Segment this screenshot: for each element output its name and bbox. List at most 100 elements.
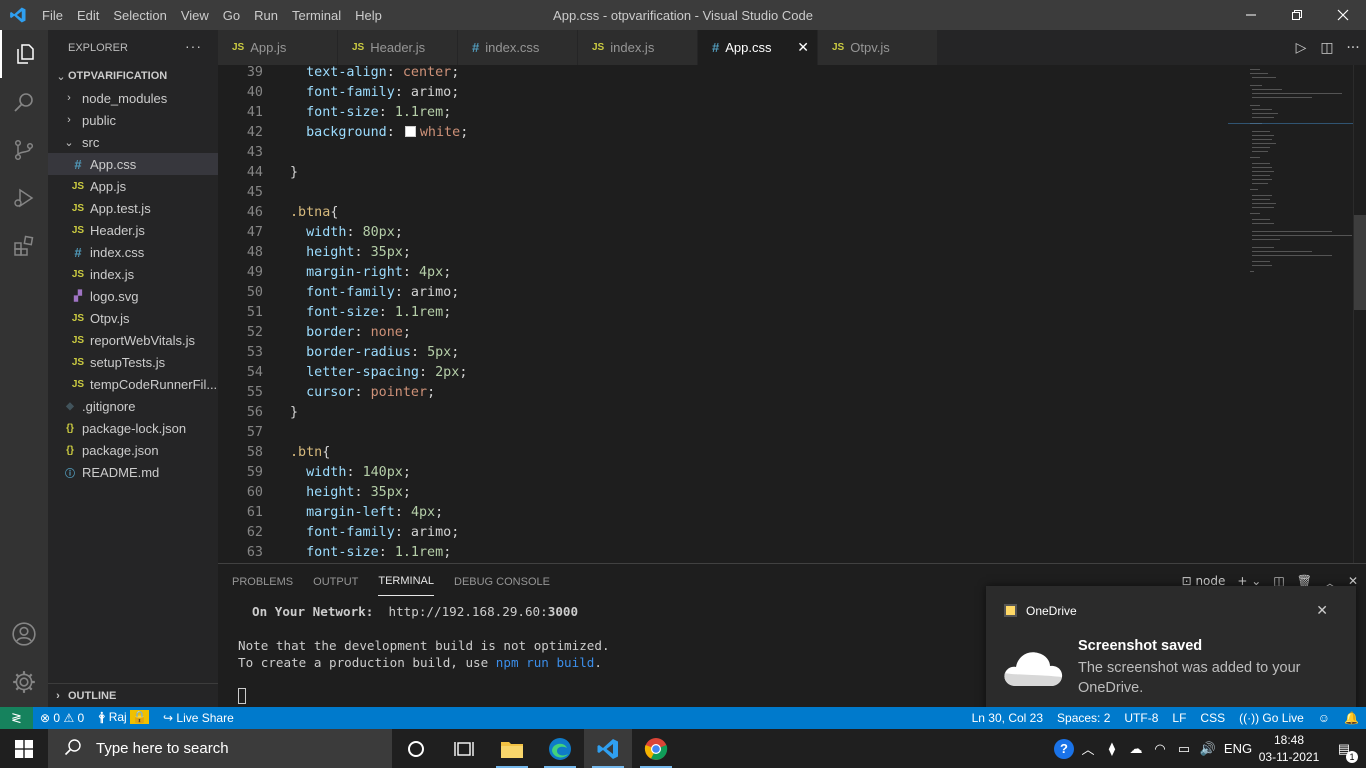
language-indicator[interactable]: ENG [1220, 741, 1256, 756]
file-item[interactable]: # App.css [48, 153, 218, 175]
code-token: { [322, 445, 331, 460]
file-item[interactable]: ⓘ README.md [48, 461, 218, 483]
editor-tab[interactable]: # index.css [458, 30, 578, 65]
file-item[interactable]: # index.css [48, 241, 218, 263]
code-token: .btn [290, 445, 323, 460]
menu-terminal[interactable]: Terminal [285, 8, 348, 23]
run-icon[interactable]: ▷ [1288, 40, 1314, 56]
editor-tab[interactable]: JS App.js [218, 30, 338, 65]
editor-scrollbar[interactable] [1353, 65, 1366, 563]
dropbox-icon[interactable]: ⧫ [1100, 741, 1124, 757]
file-item[interactable]: ◆ .gitignore [48, 395, 218, 417]
cortana-icon[interactable] [392, 729, 440, 768]
outline-section[interactable]: › OUTLINE [48, 683, 218, 707]
encoding[interactable]: UTF-8 [1117, 711, 1165, 725]
file-item[interactable]: JS App.test.js [48, 197, 218, 219]
color-swatch-icon[interactable] [404, 126, 416, 137]
problems-indicator[interactable]: ⊗ 0 ⚠ 0 [33, 711, 91, 725]
tab-output[interactable]: OUTPUT [313, 568, 358, 596]
clock[interactable]: 18:48 03-11-2021 [1256, 732, 1322, 766]
scrollbar-thumb[interactable] [1354, 215, 1366, 310]
file-item[interactable]: JS reportWebVitals.js [48, 329, 218, 351]
run-debug-icon[interactable] [0, 174, 48, 222]
explorer-icon[interactable] [0, 30, 48, 78]
edge-browser-icon[interactable] [536, 729, 584, 768]
feedback-icon[interactable]: ☺ [1311, 711, 1337, 725]
go-live-button[interactable]: ((·)) Go Live [1232, 711, 1311, 725]
file-item[interactable]: JS Otpv.js [48, 307, 218, 329]
code-token: ; [427, 385, 436, 400]
taskbar-search-box[interactable]: Type here to search [48, 729, 392, 768]
action-center-icon[interactable]: ▤ 1 [1322, 741, 1366, 763]
remote-indicator[interactable]: ≷ [0, 707, 33, 729]
file-item[interactable]: JS tempCodeRunnerFil... [48, 373, 218, 395]
task-view-icon[interactable] [440, 729, 488, 768]
file-item[interactable]: JS index.js [48, 263, 218, 285]
file-item[interactable]: {} package-lock.json [48, 417, 218, 439]
wifi-icon[interactable]: ◠ [1148, 741, 1172, 757]
volume-icon[interactable]: 🔊 [1196, 741, 1220, 757]
restore-button[interactable] [1274, 0, 1320, 30]
minimap[interactable] [1228, 65, 1353, 563]
menu-view[interactable]: View [174, 8, 216, 23]
chrome-browser-icon[interactable] [632, 729, 680, 768]
more-actions-icon[interactable]: ··· [1340, 40, 1366, 56]
cursor-position[interactable]: Ln 30, Col 23 [965, 711, 1050, 725]
extensions-icon[interactable] [0, 222, 48, 270]
code-line: 53 border-radius: 5px; [218, 343, 1228, 363]
battery-icon[interactable]: ▭ [1172, 741, 1196, 757]
js-file-icon: JS [352, 42, 365, 53]
code-editor[interactable]: 39 text-align: center; 40 font-family: ar… [218, 65, 1366, 563]
editor-tab[interactable]: JS index.js [578, 30, 698, 65]
user-indicator[interactable]: 🛉 Raj 🔒 [91, 708, 156, 729]
tab-problems[interactable]: PROBLEMS [232, 568, 293, 596]
file-item[interactable]: JS Header.js [48, 219, 218, 241]
file-item[interactable]: JS App.js [48, 175, 218, 197]
chevron-up-icon[interactable]: ︿ [1076, 739, 1100, 758]
language-mode[interactable]: CSS [1193, 711, 1232, 725]
tab-debug-console[interactable]: DEBUG CONSOLE [454, 568, 550, 596]
editor-tab[interactable]: JS Otpv.js [818, 30, 938, 65]
vscode-taskbar-icon[interactable] [584, 729, 632, 768]
close-tab-icon[interactable]: ✕ [797, 39, 809, 56]
code-line: 47 width: 80px; [218, 223, 1228, 243]
tab-terminal[interactable]: TERMINAL [378, 567, 434, 596]
settings-gear-icon[interactable] [0, 658, 48, 706]
minimize-button[interactable] [1228, 0, 1274, 30]
search-icon[interactable] [0, 78, 48, 126]
file-item[interactable]: JS setupTests.js [48, 351, 218, 373]
js-file-icon: JS [71, 268, 85, 280]
menu-file[interactable]: File [35, 8, 70, 23]
onedrive-notification[interactable]: OneDrive ✕ Screenshot saved The screensh… [986, 586, 1356, 714]
bell-icon[interactable]: 🔔 [1337, 711, 1366, 725]
indentation[interactable]: Spaces: 2 [1050, 711, 1117, 725]
account-icon[interactable] [0, 610, 48, 658]
file-explorer-icon[interactable] [488, 729, 536, 768]
split-editor-icon[interactable]: ◫ [1314, 40, 1340, 56]
code-line: 59 width: 140px; [218, 463, 1228, 483]
menu-go[interactable]: Go [216, 8, 247, 23]
folder-item[interactable]: › public [48, 109, 218, 131]
help-icon[interactable]: ? [1052, 738, 1076, 759]
windows-start-icon[interactable] [0, 729, 48, 768]
close-notification-icon[interactable]: ✕ [1316, 602, 1328, 619]
live-share-button[interactable]: ↪ Live Share [156, 711, 241, 725]
folder-item[interactable]: › node_modules [48, 87, 218, 109]
file-item[interactable]: {} package.json [48, 439, 218, 461]
menu-help[interactable]: Help [348, 8, 389, 23]
end-of-line[interactable]: LF [1165, 711, 1193, 725]
source-control-icon[interactable] [0, 126, 48, 174]
more-actions-icon[interactable]: ··· [185, 38, 202, 54]
editor-tab[interactable]: JS Header.js [338, 30, 458, 65]
menu-edit[interactable]: Edit [70, 8, 106, 23]
menu-selection[interactable]: Selection [106, 8, 173, 23]
close-window-button[interactable] [1320, 0, 1366, 30]
menu-run[interactable]: Run [247, 8, 285, 23]
code-token: 5px [427, 345, 452, 360]
onedrive-tray-icon[interactable]: ☁ [1124, 741, 1148, 757]
editor-tab[interactable]: # App.css ✕ [698, 30, 818, 65]
folder-item[interactable]: ⌄ src [48, 131, 218, 153]
project-root[interactable]: ⌄ OTPVARIFICATION [48, 65, 218, 87]
file-item[interactable]: ▞ logo.svg [48, 285, 218, 307]
